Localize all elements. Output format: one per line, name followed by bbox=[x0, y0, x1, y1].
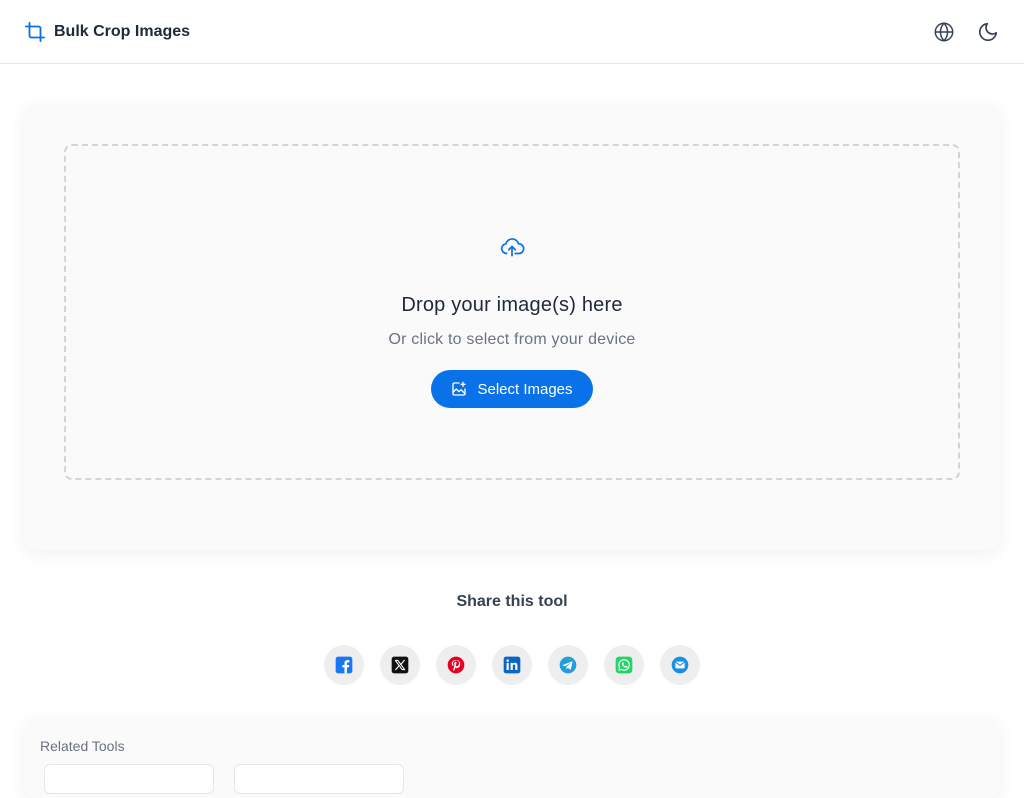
theme-toggle-button[interactable] bbox=[976, 20, 1000, 44]
related-tool-card[interactable] bbox=[234, 764, 404, 794]
share-x-button[interactable] bbox=[380, 645, 420, 685]
crop-icon bbox=[24, 21, 46, 43]
dropzone-subtitle: Or click to select from your device bbox=[388, 331, 636, 348]
share-title: Share this tool bbox=[456, 593, 568, 610]
share-linkedin-button[interactable] bbox=[492, 645, 532, 685]
header-actions bbox=[932, 20, 1000, 44]
share-whatsapp-button[interactable] bbox=[604, 645, 644, 685]
cloud-upload-icon bbox=[499, 234, 525, 260]
share-buttons bbox=[0, 645, 1024, 685]
language-button[interactable] bbox=[932, 20, 956, 44]
x-icon bbox=[391, 656, 409, 674]
image-add-icon bbox=[451, 381, 467, 397]
brand-link[interactable]: Bulk Crop Images bbox=[24, 21, 190, 43]
related-tool-card[interactable] bbox=[44, 764, 214, 794]
telegram-icon bbox=[559, 656, 577, 674]
facebook-icon bbox=[335, 656, 353, 674]
related-tools-title: Related Tools bbox=[40, 738, 125, 754]
related-tools-card: Related Tools bbox=[24, 718, 1000, 798]
email-icon bbox=[671, 656, 689, 674]
select-images-button[interactable]: Select Images bbox=[431, 370, 593, 408]
app-title: Bulk Crop Images bbox=[54, 22, 191, 40]
image-dropzone[interactable]: Drop your image(s) here Or click to sele… bbox=[64, 144, 960, 480]
share-email-button[interactable] bbox=[660, 645, 700, 685]
globe-icon bbox=[933, 21, 955, 43]
pinterest-icon bbox=[447, 656, 465, 674]
select-images-label: Select Images bbox=[477, 380, 573, 398]
share-facebook-button[interactable] bbox=[324, 645, 364, 685]
moon-icon bbox=[977, 21, 999, 43]
share-pinterest-button[interactable] bbox=[436, 645, 476, 685]
app-header: Bulk Crop Images bbox=[0, 0, 1024, 64]
whatsapp-icon bbox=[615, 656, 633, 674]
share-telegram-button[interactable] bbox=[548, 645, 588, 685]
dropzone-title: Drop your image(s) here bbox=[401, 294, 623, 316]
linkedin-icon bbox=[503, 656, 521, 674]
upload-card: Drop your image(s) here Or click to sele… bbox=[24, 104, 1000, 550]
